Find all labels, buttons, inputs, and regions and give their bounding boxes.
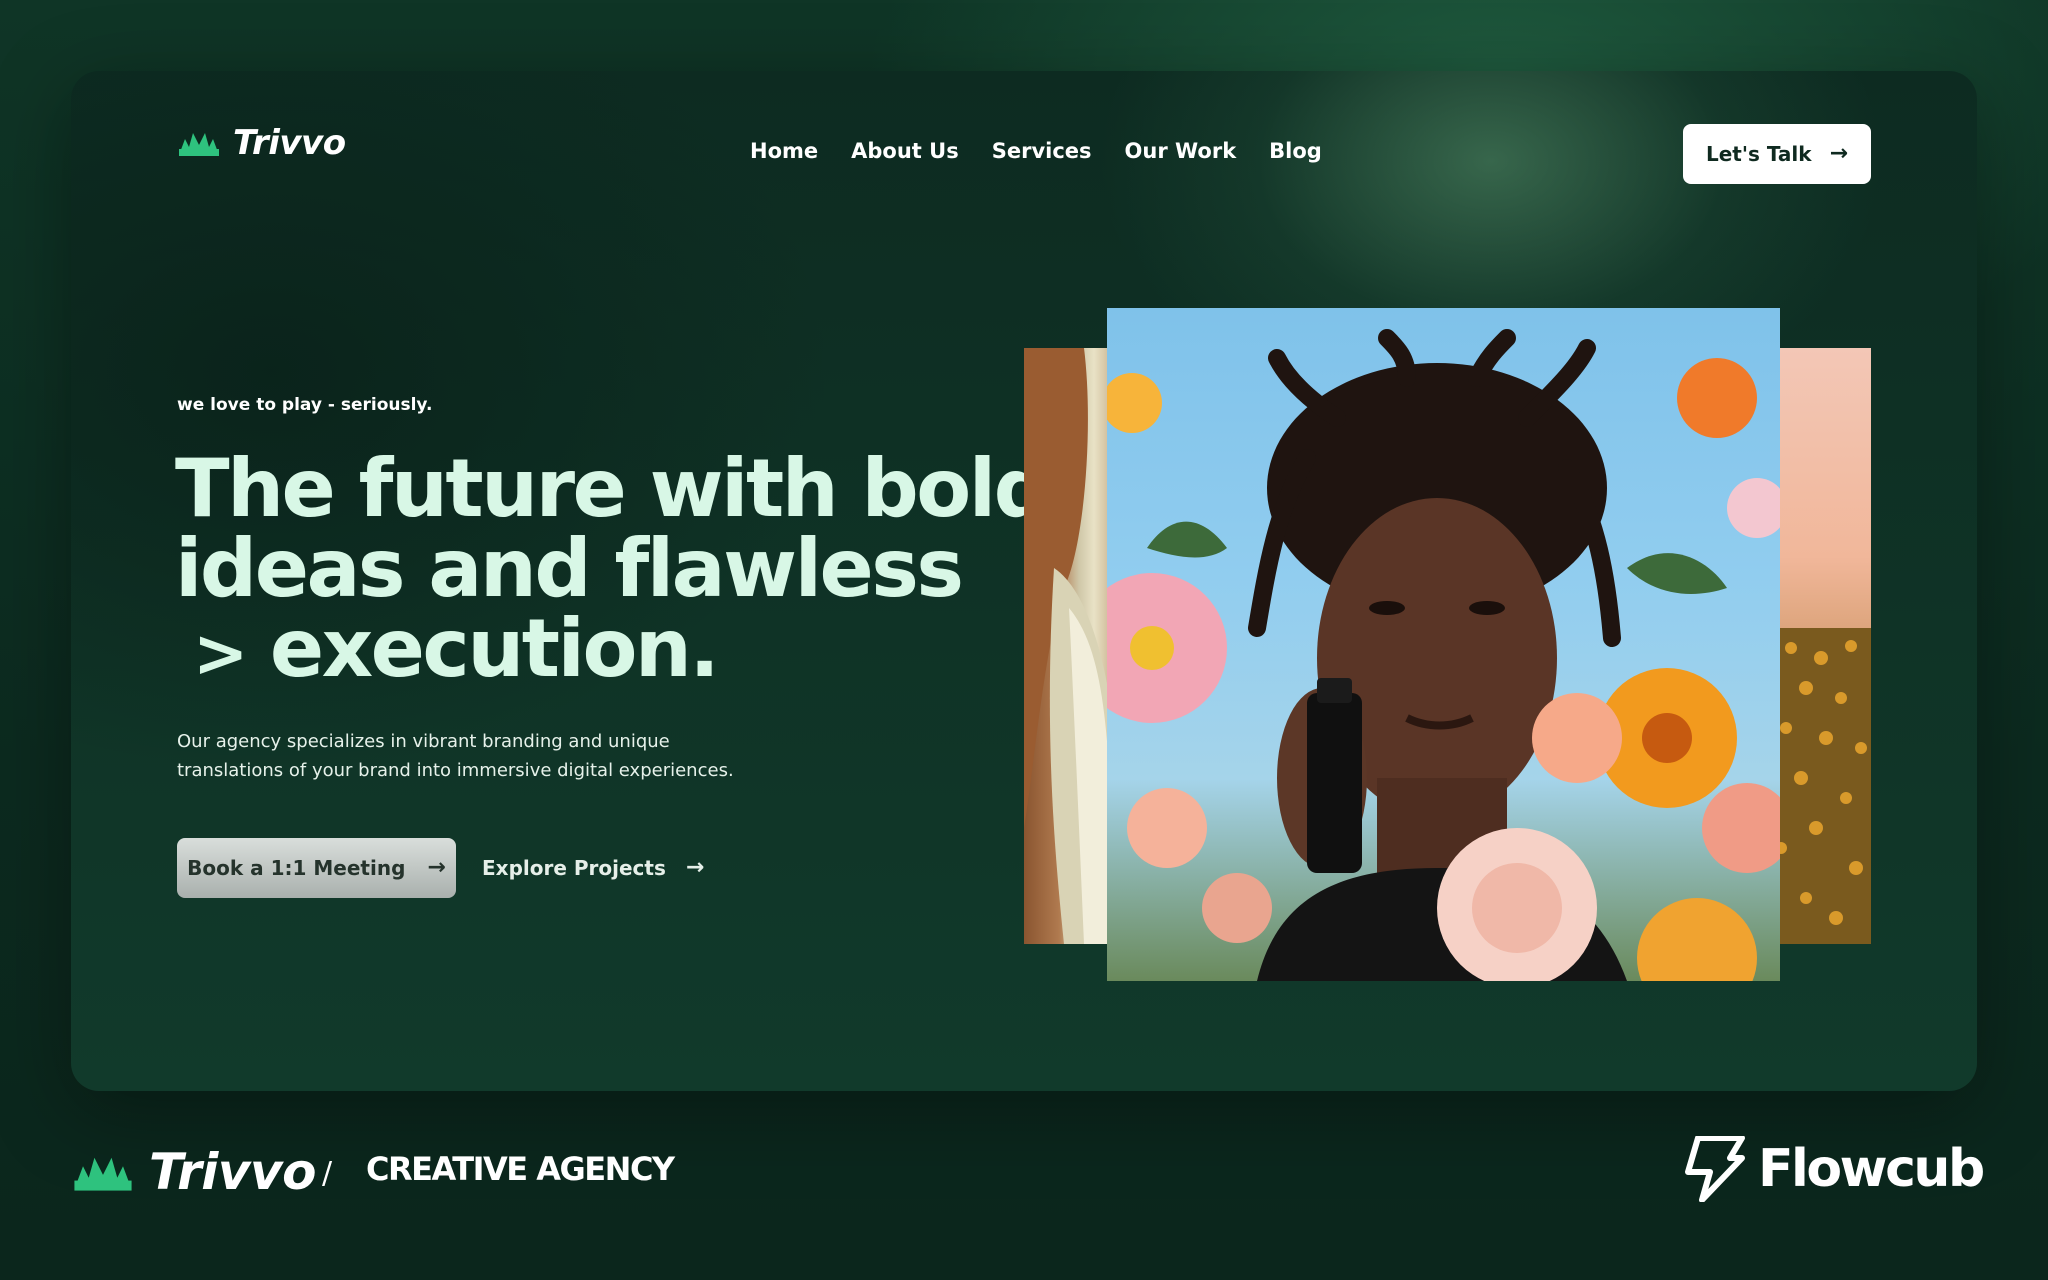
partner-name: Flowcub: [1758, 1139, 1985, 1199]
brand-logo[interactable]: Trivvo: [177, 123, 346, 163]
lets-talk-button[interactable]: Let's Talk →: [1683, 124, 1871, 184]
portrait-with-flowers-photo: [1107, 329, 1780, 981]
hero-image-main[interactable]: [1107, 308, 1780, 981]
flower-field-photo: [1771, 628, 1871, 944]
nav-our-work[interactable]: Our Work: [1125, 139, 1237, 163]
lets-talk-label: Let's Talk: [1705, 142, 1812, 166]
headline-line-3: > execution.: [175, 609, 995, 694]
book-meeting-button[interactable]: Book a 1:1 Meeting →: [177, 838, 456, 898]
arrow-right-icon: →: [1829, 141, 1848, 166]
nav-services[interactable]: Services: [992, 139, 1092, 163]
lightning-bolt-icon: [1685, 1136, 1745, 1202]
hero-headline: The future with bold ideas and flawless …: [175, 442, 1051, 694]
leaf-crown-icon: [179, 133, 219, 156]
headline-line-2: ideas and flawless: [175, 522, 964, 615]
nav-about-us[interactable]: About Us: [851, 139, 959, 163]
explore-projects-label: Explore Projects: [482, 856, 666, 880]
hero-description: Our agency specializes in vibrant brandi…: [177, 731, 734, 781]
partner-logo: Flowcub: [1684, 1136, 1985, 1202]
headline-line-3-text: execution.: [269, 602, 720, 695]
chevron-right-icon: >: [193, 615, 248, 692]
headline-line-1: The future with bold: [175, 442, 1051, 535]
hero-frame: Trivvo Home About Us Services Our Work B…: [71, 71, 1977, 1091]
brand-name: Trivvo: [233, 123, 346, 163]
footer-brand: Trivvo: [71, 1143, 316, 1201]
book-meeting-label: Book a 1:1 Meeting: [187, 856, 406, 880]
nav-home[interactable]: Home: [750, 139, 818, 163]
leaf-crown-icon: [74, 1157, 132, 1191]
hero-eyebrow: we love to play - seriously.: [177, 395, 433, 415]
footer-separator: /: [322, 1156, 333, 1191]
arrow-right-icon: →: [685, 855, 705, 880]
nav-blog[interactable]: Blog: [1269, 139, 1322, 163]
explore-projects-link[interactable]: Explore Projects →: [482, 838, 704, 898]
hero-image-right[interactable]: [1771, 348, 1871, 944]
footer-tagline: CREATIVE AGENCY: [366, 1150, 675, 1188]
footer-brand-name: Trivvo: [149, 1143, 316, 1201]
main-nav: Home About Us Services Our Work Blog: [750, 139, 1322, 163]
arrow-right-icon: →: [427, 855, 446, 880]
